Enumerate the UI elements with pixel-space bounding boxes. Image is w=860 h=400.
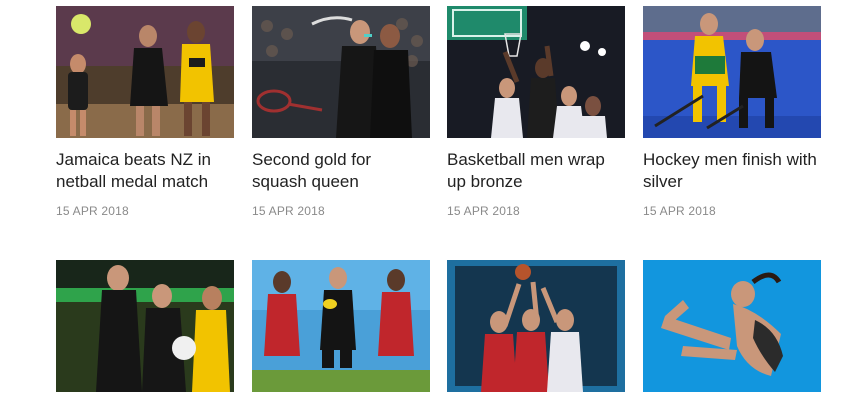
article-date: 15 APR 2018 — [56, 204, 129, 218]
news-card-squash[interactable]: Second gold for squash queen 15 APR 2018 — [252, 6, 430, 218]
news-card-diving[interactable] — [643, 260, 821, 392]
article-thumbnail-squash[interactable] — [252, 6, 430, 138]
article-thumbnail-netball[interactable] — [56, 6, 234, 138]
article-title[interactable]: Hockey men finish with silver — [643, 149, 821, 193]
article-thumbnail-hockey[interactable] — [643, 6, 821, 138]
article-thumbnail-basketball[interactable] — [447, 6, 625, 138]
news-card-netball[interactable]: Jamaica beats NZ in netball medal match … — [56, 6, 234, 218]
article-thumbnail-rugby[interactable] — [252, 260, 430, 392]
news-card-womens-basketball[interactable] — [447, 260, 625, 392]
article-thumbnail-diving[interactable] — [643, 260, 821, 392]
news-card-basketball[interactable]: Basketball men wrap up bronze 15 APR 201… — [447, 6, 625, 218]
article-title[interactable]: Jamaica beats NZ in netball medal match — [56, 149, 234, 193]
news-card-hockey[interactable]: Hockey men finish with silver 15 APR 201… — [643, 6, 821, 218]
article-date: 15 APR 2018 — [252, 204, 325, 218]
article-title[interactable]: Second gold for squash queen — [252, 149, 430, 193]
news-card-rugby[interactable] — [252, 260, 430, 392]
news-grid: Jamaica beats NZ in netball medal match … — [0, 0, 860, 400]
article-date: 15 APR 2018 — [447, 204, 520, 218]
article-thumbnail-netball-2[interactable] — [56, 260, 234, 392]
news-card-netball-2[interactable] — [56, 260, 234, 392]
article-title[interactable]: Basketball men wrap up bronze — [447, 149, 625, 193]
article-thumbnail-womens-basketball[interactable] — [447, 260, 625, 392]
article-date: 15 APR 2018 — [643, 204, 716, 218]
